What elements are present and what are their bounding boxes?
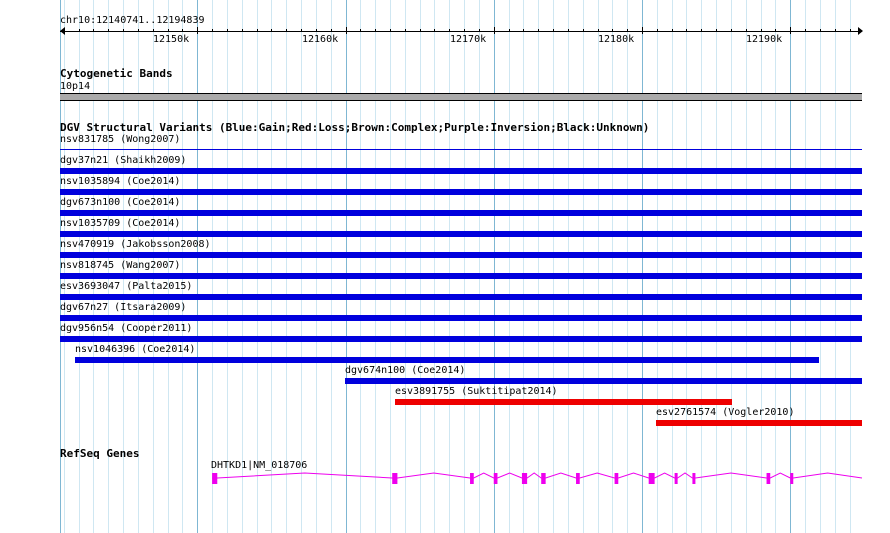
gene-exon[interactable] xyxy=(674,473,678,484)
gene-model[interactable] xyxy=(0,0,890,533)
genome-browser-panel: chr10:12140741..12194839 12150k 12160k 121… xyxy=(0,0,890,533)
gene-exon[interactable] xyxy=(470,473,474,484)
gene-exon[interactable] xyxy=(212,473,218,484)
gene-exon[interactable] xyxy=(576,473,580,484)
gene-exon[interactable] xyxy=(692,473,696,484)
gene-exon[interactable] xyxy=(521,473,528,484)
gene-exon[interactable] xyxy=(541,473,546,484)
gene-exon[interactable] xyxy=(790,473,794,484)
gene-exon[interactable] xyxy=(392,473,398,484)
gene-exon[interactable] xyxy=(614,473,619,484)
gene-intron-line xyxy=(212,472,863,479)
gene-exon[interactable] xyxy=(648,473,655,484)
gene-exon[interactable] xyxy=(766,473,771,484)
gene-exon[interactable] xyxy=(493,473,498,484)
